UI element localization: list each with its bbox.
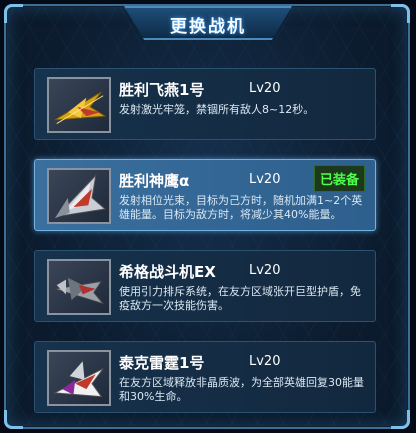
fighter-card-selected[interactable]: 胜利神鹰α Lv20 已装备 发射相位光束，目标为己方时，随机加满1~2个英雄能… — [34, 159, 376, 231]
fighter-desc: 在友方区域释放非晶质波，为全部英雄回复30能量和30%生命。 — [119, 376, 364, 403]
fighter-name: 胜利飞燕1号 — [119, 81, 205, 99]
fighter-card[interactable]: 希格战斗机EX Lv20 使用引力排斥系统，在友方区域张开巨型护盾，免疫敌方一次… — [34, 250, 376, 322]
frame-corner — [4, 410, 23, 429]
silver-red-fighter-icon — [47, 168, 111, 224]
fighter-name: 泰克雷霆1号 — [119, 354, 205, 372]
fighter-name: 胜利神鹰α — [119, 172, 190, 190]
fighter-level: Lv20 — [249, 263, 281, 278]
frame-corner — [391, 410, 410, 429]
frame-corner — [391, 4, 410, 23]
grey-fighter-icon — [47, 259, 111, 315]
fighter-card[interactable]: 泰克雷霆1号 Lv20 在友方区域释放非晶质波，为全部英雄回复30能量和30%生… — [34, 341, 376, 413]
equipped-badge: 已装备 — [313, 165, 365, 192]
fighter-desc: 发射相位光束，目标为己方时，随机加满1~2个英雄能量。目标为敌方时，将减少其40… — [119, 194, 363, 221]
fighter-desc: 发射激光牢笼，禁锢所有敌人8~12秒。 — [119, 103, 315, 116]
fighter-card[interactable]: 胜利飞燕1号 Lv20 发射激光牢笼，禁锢所有敌人8~12秒。 — [34, 68, 376, 140]
white-red-fighter-icon — [47, 350, 111, 406]
fighter-level: Lv20 — [249, 81, 281, 96]
fighter-desc: 使用引力排斥系统，在友方区域张开巨型护盾，免疫敌方一次技能伤害。 — [119, 285, 361, 312]
gold-fighter-icon — [47, 77, 111, 133]
panel-title: 更换战机 — [170, 17, 246, 37]
fighter-name: 希格战斗机EX — [119, 263, 216, 281]
fighter-level: Lv20 — [249, 172, 281, 187]
frame-corner — [4, 4, 23, 23]
fighter-level: Lv20 — [249, 354, 281, 369]
